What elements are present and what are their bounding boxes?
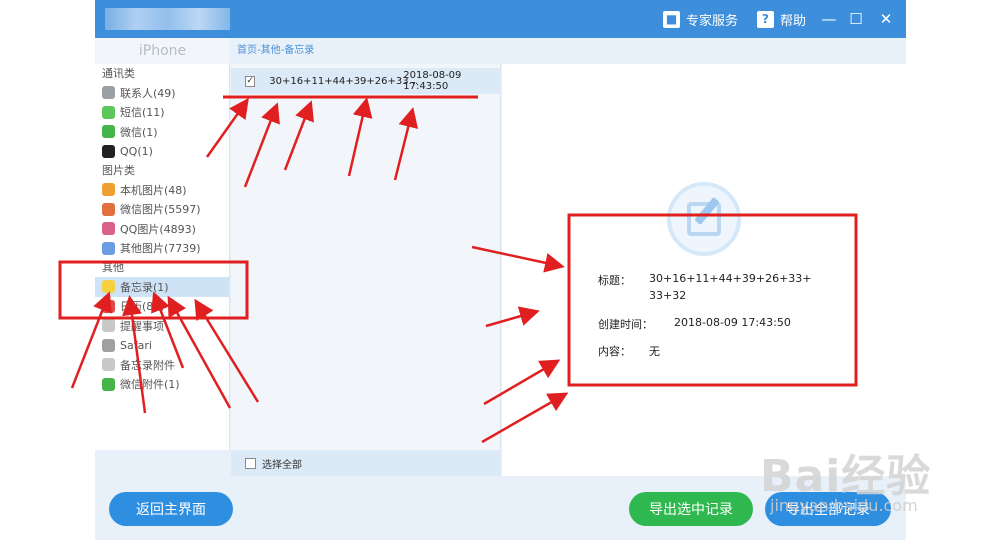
close-button[interactable]: ✕ [876,8,896,30]
sidebar-item[interactable]: 本机图片(48) [95,180,229,200]
sidebar-item-label: 其他图片(7739) [120,242,201,256]
sidebar-item-label: 联系人(49) [120,86,176,100]
back-main-button[interactable]: 返回主界面 [109,492,233,526]
maximize-button[interactable]: ☐ [846,8,866,30]
content-value: 无 [649,345,660,358]
sidebar-item[interactable]: 其他图片(7739) [95,239,229,259]
sidebar-item[interactable]: 备忘录附件 [95,355,229,375]
help-label: 帮助 [780,13,807,29]
sidebar-item-label: QQ(1) [120,144,153,158]
created-label: 创建时间： [598,318,653,331]
sidebar-item-label: 微信附件(1) [120,378,180,392]
select-all-label[interactable]: 选择全部 [262,456,302,471]
sidebar-group-label: 图片类 [102,164,135,177]
sidebar-item[interactable]: 微信图片(5597) [95,200,229,220]
question-icon: ? [757,10,774,28]
sidebar-item-label: 日历(89) [120,300,165,314]
qq-icon [102,144,115,158]
breadcrumb: 首页-其他-备忘录 [237,45,315,56]
qq-photos-icon [102,222,115,236]
sidebar-item[interactable]: 备忘录(1) [95,277,229,297]
notes-icon [102,280,115,294]
sidebar-item[interactable]: 提醒事项 [95,316,229,336]
sidebar-item[interactable]: 微信(1) [95,122,229,142]
detail-pane: 标题： 30+16+11+44+39+26+33+ 33+32 创建时间： 20… [502,64,906,476]
sidebar-item[interactable]: 联系人(49) [95,83,229,103]
watermark-brand: Bai经验 [760,451,932,502]
select-all-checkbox[interactable] [245,457,256,469]
sidebar-item[interactable]: QQ(1) [95,142,229,162]
sidebar-item-label: 备忘录(1) [120,280,169,294]
contacts-icon [102,86,115,100]
list-footer: 选择全部 [231,450,501,476]
reminders-icon [102,319,115,333]
content-label: 内容： [598,345,631,358]
sidebar-item[interactable]: 短信(11) [95,103,229,123]
sidebar: 通讯类联系人(49) 短信(11) 微信(1) QQ(1) 图片类本机图片(48) 微信图… [95,64,230,450]
sidebar-item-label: QQ图片(4893) [120,222,196,236]
sidebar-group-label: 通讯类 [102,67,135,80]
sidebar-item-label: 微信图片(5597) [120,203,201,217]
sidebar-item[interactable]: Safari [95,336,229,356]
row-title: 30+16+11+44+39+26+33... [269,75,419,87]
created-value: 2018-08-09 17:43:50 [674,316,791,329]
sidebar-item-label: Safari [120,338,152,352]
expert-service-label: 专家服务 [686,13,739,29]
row-time: 2018-08-09 17:43:50 [403,70,462,92]
sidebar-item-label: 短信(11) [120,106,165,120]
photos-icon [102,183,115,197]
title-value-line2: 33+32 [649,289,687,302]
device-tab-label: iPhone [138,43,187,59]
sidebar-item[interactable]: 日历(89) [95,297,229,317]
wechat-photos-icon [102,202,115,216]
title-bar: ■ 专家服务 ? 帮助 — ☐ ✕ [95,0,906,38]
blurred-device-name [105,8,230,30]
record-list: ✓ 30+16+11+44+39+26+33... 2018-08-09 17:… [231,64,501,450]
row-checkbox[interactable]: ✓ [245,75,256,87]
sidebar-item-label: 微信(1) [120,125,158,139]
list-row[interactable]: ✓ 30+16+11+44+39+26+33... 2018-08-09 17:… [231,68,501,94]
other-photos-icon [102,241,115,255]
screenshot-root: ■ 专家服务 ? 帮助 — ☐ ✕ iPhone 首页-其他-备忘录 通讯类联系… [0,0,1000,540]
sidebar-item-label: 本机图片(48) [120,183,187,197]
watermark-url: jingyan.baidu.com [770,496,918,515]
notes-attachment-icon [102,358,115,372]
sidebar-item[interactable]: 微信附件(1) [95,375,229,395]
edit-note-icon [667,182,741,256]
expert-service-button[interactable]: ■ 专家服务 [663,8,738,30]
title-value-line1: 30+16+11+44+39+26+33+ [649,272,812,285]
device-tab[interactable]: iPhone [95,38,230,64]
sidebar-group-label: 其他 [102,261,124,274]
person-icon: ■ [663,10,680,28]
title-label: 标题： [598,274,631,287]
minimize-button[interactable]: — [819,8,839,30]
wechat-attachment-icon [102,377,115,391]
export-selected-button[interactable]: 导出选中记录 [629,492,753,526]
help-button[interactable]: ? 帮助 [757,8,806,30]
safari-icon [102,338,115,352]
sms-icon [102,105,115,119]
calendar-icon [102,299,115,313]
sidebar-item[interactable]: QQ图片(4893) [95,219,229,239]
wechat-icon [102,125,115,139]
sidebar-item-label: 提醒事项 [120,319,164,333]
sidebar-item-label: 备忘录附件 [120,358,175,372]
